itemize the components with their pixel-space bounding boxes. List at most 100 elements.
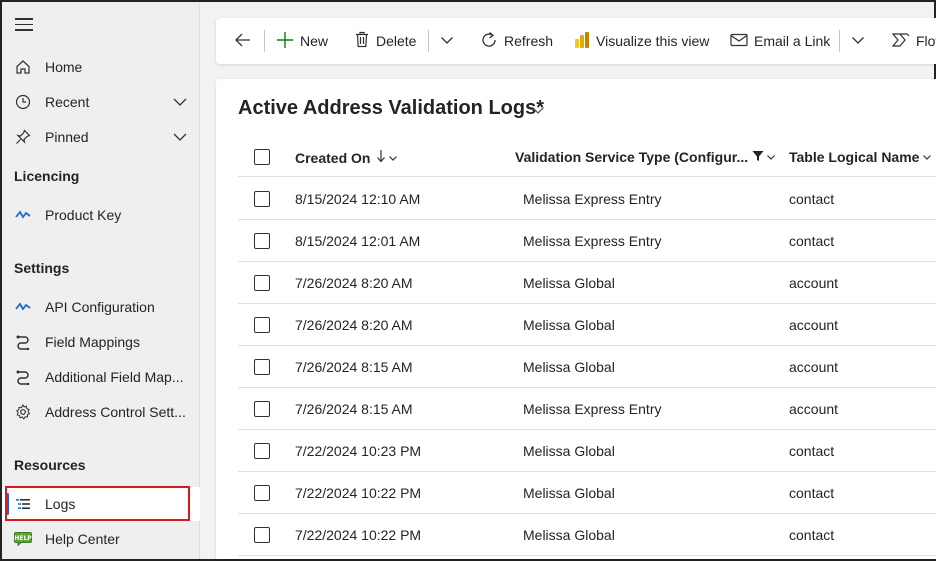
sidebar-item-home[interactable]: Home [2, 50, 200, 84]
row-checkbox[interactable] [254, 191, 270, 207]
sidebar-item-label: Home [45, 59, 83, 75]
cell-created-on[interactable]: 7/26/2024 8:20 AM [295, 317, 413, 333]
cell-created-on[interactable]: 7/26/2024 8:20 AM [295, 275, 413, 291]
sidebar-item-recent[interactable]: Recent [2, 85, 200, 119]
sidebar-item-pinned[interactable]: Pinned [2, 120, 200, 154]
sidebar-item-address-control-settings[interactable]: Address Control Sett... [2, 395, 200, 429]
filter-icon [752, 149, 764, 165]
power-bi-icon [574, 31, 596, 52]
row-checkbox[interactable] [254, 527, 270, 543]
view-title: Active Address Validation Logs* [238, 97, 545, 119]
sidebar-item-label: Pinned [45, 129, 89, 145]
cell-validation-service-type: Melissa Global [523, 485, 615, 501]
sidebar-item-label: Help Center [45, 531, 120, 547]
column-header-table-logical-name[interactable]: Table Logical Name [789, 149, 932, 165]
cell-validation-service-type: Melissa Global [523, 527, 615, 543]
row-checkbox[interactable] [254, 401, 270, 417]
cell-table-logical-name: account [789, 275, 839, 291]
cell-created-on[interactable]: 7/22/2024 10:22 PM [295, 485, 421, 501]
arrow-left-icon [234, 32, 258, 51]
more-delete-options-button[interactable] [440, 18, 460, 64]
cell-created-on[interactable]: 8/15/2024 12:01 AM [295, 233, 420, 249]
cell-validation-service-type: Melissa Express Entry [523, 401, 662, 417]
select-all-checkbox[interactable] [254, 149, 270, 165]
pin-icon [14, 128, 32, 146]
sidebar-item-help-center[interactable]: HELP Help Center [2, 522, 200, 556]
table-row[interactable]: 8/15/2024 12:01 AM Melissa Express Entry c… [238, 220, 936, 262]
sidebar-item-product-key[interactable]: Product Key [2, 198, 200, 232]
sidebar-item-field-mappings[interactable]: Field Mappings [2, 325, 200, 359]
mapping-icon [14, 368, 32, 386]
row-checkbox[interactable] [254, 275, 270, 291]
section-title-settings: Settings [14, 260, 70, 276]
cell-created-on[interactable]: 7/22/2024 10:22 PM [295, 527, 421, 543]
column-header-validation-service-type[interactable]: Validation Service Type (Configur... [515, 149, 776, 165]
cell-validation-service-type: Melissa Global [523, 443, 615, 459]
table-row[interactable]: 7/26/2024 8:20 AM Melissa Global account [238, 262, 936, 304]
section-title-licencing: Licencing [14, 168, 80, 184]
cell-validation-service-type: Melissa Global [523, 317, 615, 333]
cell-validation-service-type: Melissa Global [523, 275, 615, 291]
cell-table-logical-name: account [789, 401, 839, 417]
chevron-down-icon[interactable] [172, 94, 188, 110]
more-email-options-button[interactable] [851, 18, 871, 64]
gear-icon [14, 403, 32, 421]
table-row[interactable]: 7/22/2024 10:22 PM Melissa Global contact [238, 472, 936, 514]
svg-text:HELP: HELP [14, 535, 32, 542]
sidebar-item-additional-field-mappings[interactable]: Additional Field Map... [2, 360, 200, 394]
cell-created-on[interactable]: 7/26/2024 8:15 AM [295, 401, 413, 417]
refresh-icon [480, 31, 504, 52]
delete-button[interactable]: Delete [354, 18, 416, 64]
hamburger-menu-icon[interactable] [15, 18, 33, 32]
cell-validation-service-type: Melissa Global [523, 359, 615, 375]
table-row[interactable]: 7/26/2024 8:15 AM Melissa Express Entry ac… [238, 388, 936, 430]
cell-validation-service-type: Melissa Express Entry [523, 233, 662, 249]
trash-icon [354, 31, 376, 51]
sidebar-item-api-configuration[interactable]: API Configuration [2, 290, 200, 324]
refresh-button[interactable]: Refresh [480, 18, 553, 64]
sidebar-item-label: API Configuration [45, 299, 155, 315]
new-button[interactable]: New [276, 18, 328, 64]
key-wave-icon [14, 206, 32, 224]
grid-header: Created On Validation Service Type (Conf… [238, 137, 936, 177]
visualize-view-button[interactable]: Visualize this view [574, 18, 709, 64]
row-checkbox[interactable] [254, 359, 270, 375]
chevron-down-icon [766, 149, 776, 165]
plus-icon [276, 31, 300, 52]
table-row[interactable]: 8/15/2024 12:10 AM Melissa Express Entry c… [238, 178, 936, 220]
chevron-down-icon [388, 150, 398, 166]
column-header-created-on[interactable]: Created On [295, 149, 398, 166]
row-checkbox[interactable] [254, 317, 270, 333]
chevron-down-icon [851, 33, 871, 50]
back-button[interactable] [234, 18, 258, 64]
view-selector-chevron-icon[interactable] [531, 103, 545, 120]
table-row[interactable]: 7/26/2024 8:15 AM Melissa Global account [238, 346, 936, 388]
section-title-resources: Resources [14, 457, 86, 473]
row-checkbox[interactable] [254, 443, 270, 459]
cell-table-logical-name: account [789, 317, 839, 333]
flow-button[interactable]: Flow [891, 18, 936, 64]
api-wave-icon [14, 298, 32, 316]
command-bar: New Delete Refresh Visualize this view E… [216, 18, 936, 64]
row-checkbox[interactable] [254, 233, 270, 249]
cell-table-logical-name: contact [789, 443, 835, 459]
help-icon: HELP [14, 530, 32, 548]
row-checkbox[interactable] [254, 485, 270, 501]
table-row[interactable]: 7/22/2024 10:23 PM Melissa Global contact [238, 430, 936, 472]
cell-table-logical-name: contact [789, 233, 835, 249]
cell-created-on[interactable]: 7/26/2024 8:15 AM [295, 359, 413, 375]
email-link-button[interactable]: Email a Link [730, 18, 830, 64]
cell-created-on[interactable]: 7/22/2024 10:23 PM [295, 443, 421, 459]
cell-table-logical-name: contact [789, 485, 835, 501]
sidebar-item-label: Field Mappings [45, 334, 140, 350]
table-row[interactable]: 7/26/2024 8:20 AM Melissa Global account [238, 304, 936, 346]
chevron-down-icon [922, 149, 932, 165]
chevron-down-icon[interactable] [172, 129, 188, 145]
sidebar-item-label: Address Control Sett... [45, 404, 186, 420]
grid-panel: Active Address Validation Logs* Created … [216, 79, 936, 559]
cell-table-logical-name: contact [789, 191, 835, 207]
sidebar-item-label: Product Key [45, 207, 122, 223]
table-row[interactable]: 7/22/2024 10:22 PM Melissa Global contact [238, 514, 936, 556]
cell-created-on[interactable]: 8/15/2024 12:10 AM [295, 191, 420, 207]
cell-validation-service-type: Melissa Express Entry [523, 191, 662, 207]
